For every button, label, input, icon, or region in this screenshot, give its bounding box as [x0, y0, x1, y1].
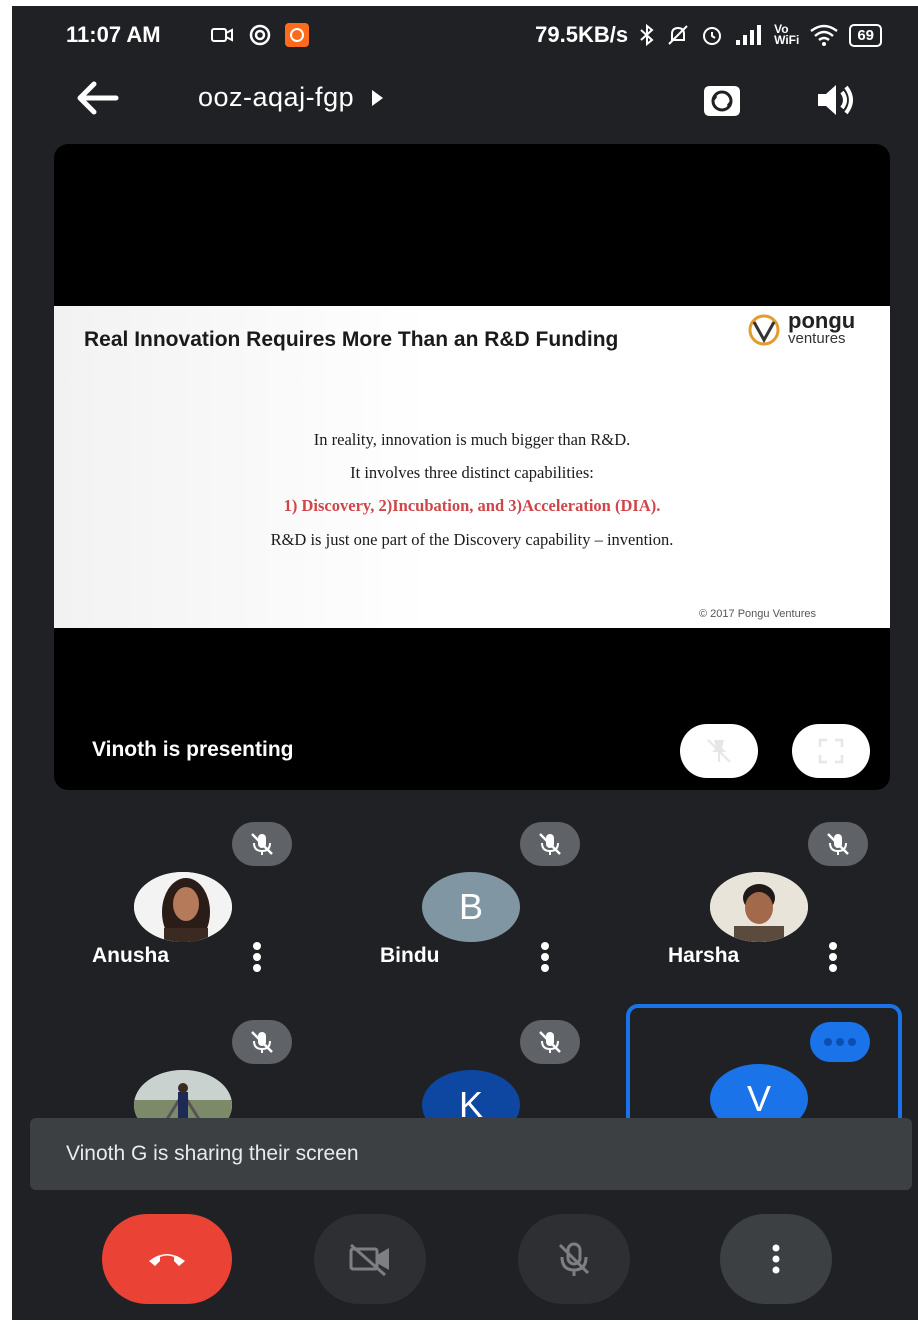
- slide-line-3: 1) Discovery, 2)Incubation, and 3)Accele…: [283, 496, 661, 515]
- mic-off-icon: [251, 1031, 273, 1053]
- alarm-icon: [703, 27, 722, 45]
- mi-app-icon: [285, 23, 309, 47]
- meeting-header: ooz-aqaj-fgp: [12, 66, 918, 130]
- mic-off-icon: [251, 833, 273, 855]
- volte-indicator: Vo WiFi: [774, 22, 800, 47]
- unpin-icon: [707, 739, 731, 763]
- status-bar: 11:07 AM 79.5KB/s Vo WiFi 69: [12, 6, 918, 62]
- signal-icon: [736, 25, 762, 45]
- status-time: 11:07 AM: [66, 22, 161, 47]
- more-options-icon[interactable]: [250, 940, 264, 976]
- profile-photo-icon: [134, 872, 232, 942]
- presentation-stage[interactable]: Real Innovation Requires More Than an R&…: [54, 144, 890, 790]
- more-vert-icon: [772, 1244, 780, 1274]
- participant-name: Bindu: [380, 944, 440, 967]
- shared-slide: Real Innovation Requires More Than an R&…: [54, 306, 890, 628]
- hotspot-icon: [249, 24, 271, 46]
- participant-tile[interactable]: Anusha: [72, 818, 372, 1008]
- mic-muted-badge: [808, 822, 868, 866]
- snackbar-message: Vinoth G is sharing their screen: [66, 1142, 359, 1165]
- mic-muted-badge: [520, 1020, 580, 1064]
- phone-hangup-icon: [149, 1254, 185, 1266]
- slide-line-2: It involves three distinct capabilities:: [350, 463, 594, 482]
- participant-tile[interactable]: Harsha: [648, 818, 918, 1008]
- slide-line-1: In reality, innovation is much bigger th…: [313, 430, 631, 449]
- caret-right-icon: [372, 89, 384, 106]
- status-right-icons: 79.5KB/s Vo WiFi 69: [535, 22, 882, 48]
- call-controls: [12, 1204, 918, 1320]
- pongu-logo-icon: [748, 314, 780, 346]
- avatar: [710, 872, 808, 942]
- fullscreen-icon: [818, 738, 844, 764]
- mic-toggle-button[interactable]: [518, 1214, 630, 1304]
- mic-off-icon: [539, 833, 561, 855]
- switch-camera-icon[interactable]: [698, 76, 746, 124]
- avatar: B: [422, 872, 520, 942]
- video-camera-icon: [211, 28, 233, 42]
- bluetooth-icon: [640, 23, 654, 47]
- pongu-logo: pongu ventures: [742, 308, 882, 350]
- battery-indicator: 69: [849, 23, 882, 47]
- pin-button[interactable]: [680, 724, 758, 778]
- slide-line-4: R&D is just one part of the Discovery ca…: [270, 530, 674, 549]
- avatar: [134, 872, 232, 942]
- back-arrow-icon[interactable]: [72, 76, 120, 120]
- meeting-code: ooz-aqaj-fgp: [198, 82, 355, 112]
- mic-muted-badge: [520, 822, 580, 866]
- participant-name: Anusha: [92, 944, 170, 967]
- speaking-indicator-icon: [810, 1022, 870, 1062]
- meet-screen: 11:07 AM 79.5KB/s Vo WiFi 69 ooz-aqaj-fg…: [12, 6, 918, 1320]
- mic-off-icon: [827, 833, 849, 855]
- more-options-button[interactable]: [720, 1214, 832, 1304]
- presenting-label: Vinoth is presenting: [92, 738, 294, 761]
- speaker-icon[interactable]: [812, 76, 860, 124]
- mic-off-icon: [558, 1242, 590, 1276]
- wifi-icon: [810, 24, 839, 46]
- mute-bell-icon: [668, 25, 688, 45]
- video-off-icon: [349, 1243, 389, 1277]
- mic-muted-badge: [232, 1020, 292, 1064]
- end-call-button[interactable]: [102, 1214, 232, 1304]
- more-options-icon[interactable]: [538, 940, 552, 976]
- slide-copyright: © 2017 Pongu Ventures: [699, 608, 816, 620]
- participant-name: Harsha: [668, 944, 740, 967]
- participant-tile[interactable]: B Bindu: [360, 818, 660, 1008]
- more-options-icon[interactable]: [826, 940, 840, 976]
- slide-title: Real Innovation Requires More Than an R&…: [84, 328, 619, 351]
- mic-muted-badge: [232, 822, 292, 866]
- status-left-icons: [210, 22, 310, 48]
- camera-toggle-button[interactable]: [314, 1214, 426, 1304]
- network-speed: 79.5KB/s: [535, 22, 629, 47]
- meeting-code-button[interactable]: ooz-aqaj-fgp: [198, 82, 384, 113]
- fullscreen-button[interactable]: [792, 724, 870, 778]
- mic-off-icon: [539, 1031, 561, 1053]
- profile-photo-icon: [710, 872, 808, 942]
- snackbar: Vinoth G is sharing their screen: [30, 1118, 912, 1190]
